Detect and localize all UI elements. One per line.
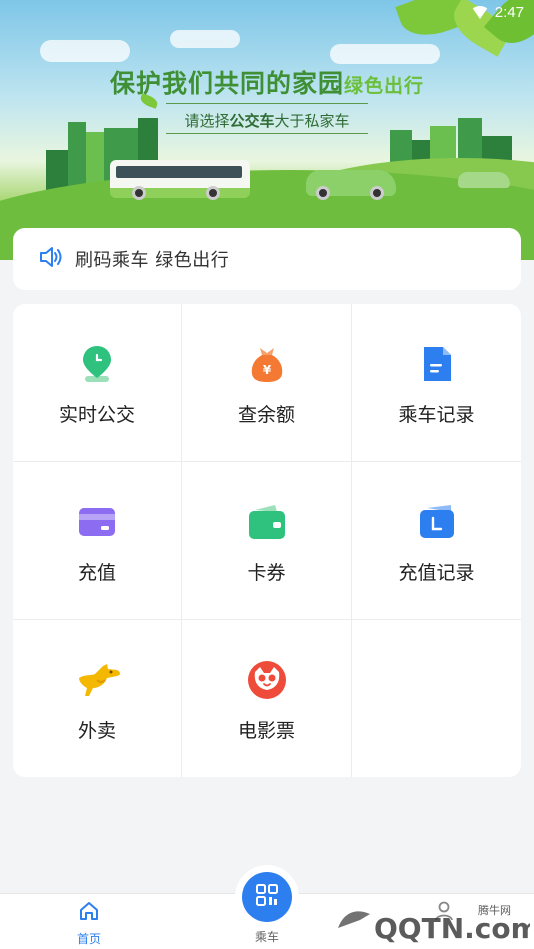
car-illustration: [458, 172, 510, 188]
building-decoration: [46, 150, 68, 190]
document-icon: [417, 344, 457, 384]
service-movie-tickets[interactable]: 电影票: [182, 620, 352, 777]
empty-cell: [352, 620, 521, 777]
banner-title-accent: 绿色出行: [344, 75, 425, 97]
service-label: 实时公交: [58, 404, 135, 426]
banner-subtitle-bold: 公交车: [229, 112, 275, 130]
nav-home-label: 首页: [76, 932, 101, 946]
watermark-subtext: 腾牛网: [478, 903, 511, 917]
banner-title-main: 保护我们共同的家园: [109, 69, 344, 98]
home-icon: [78, 900, 100, 926]
building-decoration: [68, 122, 86, 190]
service-recharge[interactable]: 充值: [13, 462, 182, 620]
service-label: 充值: [77, 562, 116, 584]
ride-qr-inner: [242, 872, 292, 922]
service-recharge-record[interactable]: 充值记录: [352, 462, 521, 620]
service-label: 充值记录: [398, 562, 475, 584]
wheel-decoration: [370, 186, 384, 200]
wheel-decoration: [206, 186, 220, 200]
notice-bar[interactable]: 刷码乘车 绿色出行: [13, 228, 521, 290]
card-icon: [77, 502, 117, 542]
service-realtime-bus[interactable]: 实时公交: [13, 304, 182, 462]
wallet-icon: [247, 502, 287, 542]
service-label: 卡券: [247, 562, 286, 584]
status-time: 2:47: [494, 4, 524, 21]
watermark-logo: QQTN.com 腾牛网: [330, 898, 534, 946]
cat-icon: [247, 660, 287, 700]
promo-banner[interactable]: 保护我们共同的家园绿色出行 请选择公交车大于私家车 2:47: [0, 0, 534, 260]
service-label: 电影票: [237, 720, 295, 742]
service-label: 乘车记录: [398, 404, 475, 426]
services-grid: 实时公交 ¥ 查余额 乘车记录 充值 卡券 充值记录 外卖 电影票: [13, 304, 521, 777]
cloud-decoration: [330, 44, 440, 64]
service-label: 查余额: [237, 404, 295, 426]
service-label: 外卖: [77, 720, 116, 742]
speaker-icon: [39, 246, 63, 272]
wheel-decoration: [132, 186, 146, 200]
divider-line: [166, 103, 368, 104]
service-coupons[interactable]: 卡券: [182, 462, 352, 620]
wheel-decoration: [316, 186, 330, 200]
nav-ride-label: 乘车: [254, 930, 279, 944]
status-bar: 2:47: [470, 4, 524, 21]
cloud-decoration: [40, 40, 130, 62]
nav-home[interactable]: 首页: [49, 900, 129, 947]
cloud-decoration: [170, 30, 240, 48]
banner-subtitle: 请选择公交车大于私家车: [0, 110, 534, 131]
notice-text: 刷码乘车 绿色出行: [75, 250, 230, 271]
kangaroo-icon: [77, 660, 120, 700]
ride-qr-button[interactable]: [235, 865, 299, 929]
service-takeout[interactable]: 外卖: [13, 620, 182, 777]
car-illustration: [306, 170, 396, 200]
wifi-icon: [470, 6, 489, 19]
svg-text:¥: ¥: [262, 363, 271, 377]
money-bag-icon: ¥: [247, 344, 287, 384]
service-ride-record[interactable]: 乘车记录: [352, 304, 521, 462]
banner-subtitle-post: 大于私家车: [274, 112, 350, 130]
service-check-balance[interactable]: ¥ 查余额: [182, 304, 352, 462]
qr-code-icon: [255, 883, 279, 911]
bus-location-icon: [77, 344, 117, 384]
banner-subtitle-pre: 请选择: [184, 112, 230, 130]
divider-line: [166, 133, 368, 134]
banner-title: 保护我们共同的家园绿色出行: [0, 64, 534, 100]
bus-illustration: [110, 160, 250, 200]
recharge-record-icon: [417, 502, 457, 542]
nav-ride[interactable]: 乘车: [227, 928, 307, 945]
